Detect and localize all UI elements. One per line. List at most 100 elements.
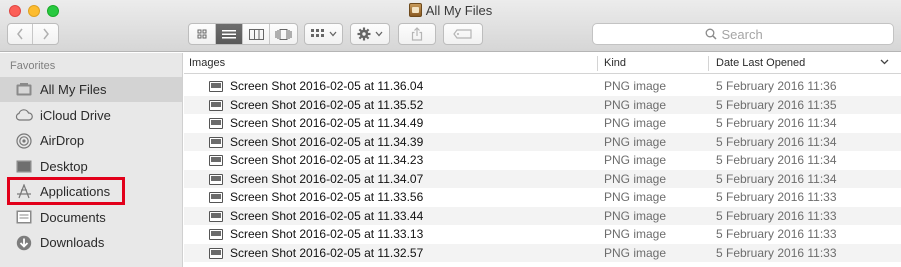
png-file-icon xyxy=(209,136,223,148)
search-field[interactable] xyxy=(592,23,894,45)
search-input[interactable] xyxy=(721,26,782,42)
file-name: Screen Shot 2016-02-05 at 11.35.52 xyxy=(230,97,424,112)
chevron-left-icon xyxy=(17,28,23,40)
navigation-buttons xyxy=(7,23,59,45)
png-file-icon xyxy=(209,173,223,185)
downloads-icon xyxy=(15,235,33,251)
table-row[interactable]: Screen Shot 2016-02-05 at 11.32.57 PNG i… xyxy=(184,243,901,262)
share-icon xyxy=(411,27,423,41)
sidebar-item-desktop[interactable]: Desktop xyxy=(0,154,182,179)
file-date: 5 February 2016 11:35 xyxy=(716,97,837,112)
table-row[interactable]: Screen Shot 2016-02-05 at 11.34.23 PNG i… xyxy=(184,151,901,170)
column-header-row: Images Kind Date Last Opened xyxy=(184,53,901,74)
file-name: Screen Shot 2016-02-05 at 11.34.49 xyxy=(230,116,424,131)
sidebar-item-all-my-files[interactable]: All My Files xyxy=(0,77,182,102)
file-kind: PNG image xyxy=(604,134,667,149)
all-my-files-icon xyxy=(408,3,422,17)
arrange-button[interactable] xyxy=(304,23,343,45)
file-kind: PNG image xyxy=(604,171,667,186)
window-title-area: All My Files xyxy=(0,3,901,18)
sidebar-item-icloud-drive[interactable]: iCloud Drive xyxy=(0,103,182,128)
column-header-kind[interactable]: Kind xyxy=(604,57,626,69)
column-divider[interactable] xyxy=(708,56,709,71)
all-my-files-icon xyxy=(15,82,33,98)
png-file-icon xyxy=(209,247,223,259)
file-date: 5 February 2016 11:34 xyxy=(716,171,837,186)
table-row[interactable]: Screen Shot 2016-02-05 at 11.36.04 PNG i… xyxy=(184,77,901,96)
file-kind: PNG image xyxy=(604,116,667,131)
share-button[interactable] xyxy=(398,23,436,45)
file-date: 5 February 2016 11:34 xyxy=(716,153,837,168)
file-kind: PNG image xyxy=(604,245,667,260)
list-view-button[interactable] xyxy=(216,24,243,44)
table-row[interactable]: Screen Shot 2016-02-05 at 11.33.44 PNG i… xyxy=(184,206,901,225)
documents-icon xyxy=(15,209,33,225)
table-row[interactable]: Screen Shot 2016-02-05 at 11.34.07 PNG i… xyxy=(184,169,901,188)
file-name: Screen Shot 2016-02-05 at 11.34.23 xyxy=(230,153,424,168)
action-button[interactable] xyxy=(350,23,390,45)
cover-flow-icon xyxy=(275,28,292,40)
file-name: Screen Shot 2016-02-05 at 11.33.13 xyxy=(230,227,424,242)
applications-highlight-box xyxy=(7,177,125,205)
file-date: 5 February 2016 11:33 xyxy=(716,227,837,242)
file-name: Screen Shot 2016-02-05 at 11.33.56 xyxy=(230,190,424,205)
png-file-icon xyxy=(209,192,223,203)
file-name: Screen Shot 2016-02-05 at 11.33.44 xyxy=(230,208,424,223)
file-date: 5 February 2016 11:33 xyxy=(716,208,837,223)
sidebar-item-downloads[interactable]: Downloads xyxy=(0,230,182,255)
tag-icon xyxy=(453,29,472,39)
gear-icon xyxy=(357,27,371,41)
sidebar-item-label: Desktop xyxy=(40,158,88,174)
view-mode-control xyxy=(188,23,298,45)
desktop-icon xyxy=(15,158,33,174)
table-row[interactable]: Screen Shot 2016-02-05 at 11.33.13 PNG i… xyxy=(184,225,901,244)
chevron-down-icon[interactable] xyxy=(880,57,889,68)
sidebar: Favorites All My Files iCloud Drive AirD… xyxy=(0,53,183,267)
sidebar-item-airdrop[interactable]: AirDrop xyxy=(0,128,182,153)
file-kind: PNG image xyxy=(604,208,667,223)
file-date: 5 February 2016 11:33 xyxy=(716,245,837,260)
cover-flow-view-button[interactable] xyxy=(270,24,297,44)
arrange-grid-icon xyxy=(310,28,324,37)
column-header-date-last-opened[interactable]: Date Last Opened xyxy=(716,57,805,69)
file-name: Screen Shot 2016-02-05 at 11.36.04 xyxy=(230,79,424,94)
column-view-button[interactable] xyxy=(243,24,270,44)
png-file-icon xyxy=(209,81,223,92)
chevron-down-icon xyxy=(375,31,383,37)
file-name: Screen Shot 2016-02-05 at 11.34.39 xyxy=(230,134,424,149)
file-kind: PNG image xyxy=(604,97,667,112)
chevron-right-icon xyxy=(42,28,49,40)
table-row[interactable]: Screen Shot 2016-02-05 at 11.33.56 PNG i… xyxy=(184,188,901,207)
icon-view-icon xyxy=(197,29,206,38)
table-row[interactable]: Screen Shot 2016-02-05 at 11.34.49 PNG i… xyxy=(184,114,901,133)
sidebar-item-label: AirDrop xyxy=(40,133,85,148)
file-kind: PNG image xyxy=(604,153,667,168)
sidebar-item-label: Downloads xyxy=(40,235,105,250)
table-row[interactable]: Screen Shot 2016-02-05 at 11.35.52 PNG i… xyxy=(184,95,901,114)
png-file-icon xyxy=(209,99,223,111)
sidebar-item-documents[interactable]: Documents xyxy=(0,205,182,230)
forward-button[interactable] xyxy=(33,24,58,44)
icon-view-button[interactable] xyxy=(189,24,216,44)
file-date: 5 February 2016 11:34 xyxy=(716,134,837,149)
file-kind: PNG image xyxy=(604,190,667,205)
column-header-images[interactable]: Images xyxy=(189,57,225,69)
list-view-icon xyxy=(222,29,236,38)
column-view-icon xyxy=(248,28,264,40)
file-date: 5 February 2016 11:34 xyxy=(716,116,837,131)
file-name: Screen Shot 2016-02-05 at 11.34.07 xyxy=(230,171,424,186)
sidebar-heading-favorites: Favorites xyxy=(10,60,56,72)
file-kind: PNG image xyxy=(604,79,667,94)
window-toolbar: All My Files xyxy=(0,0,901,52)
file-kind: PNG image xyxy=(604,227,667,242)
icloud-icon xyxy=(15,107,33,123)
table-row[interactable]: Screen Shot 2016-02-05 at 11.34.39 PNG i… xyxy=(184,132,901,151)
file-date: 5 February 2016 11:33 xyxy=(716,190,837,205)
airdrop-icon xyxy=(15,132,33,149)
tag-button[interactable] xyxy=(443,23,483,45)
png-file-icon xyxy=(209,118,223,129)
file-date: 5 February 2016 11:36 xyxy=(716,79,837,94)
column-divider[interactable] xyxy=(597,56,598,71)
search-icon xyxy=(705,28,717,40)
back-button[interactable] xyxy=(8,24,33,44)
